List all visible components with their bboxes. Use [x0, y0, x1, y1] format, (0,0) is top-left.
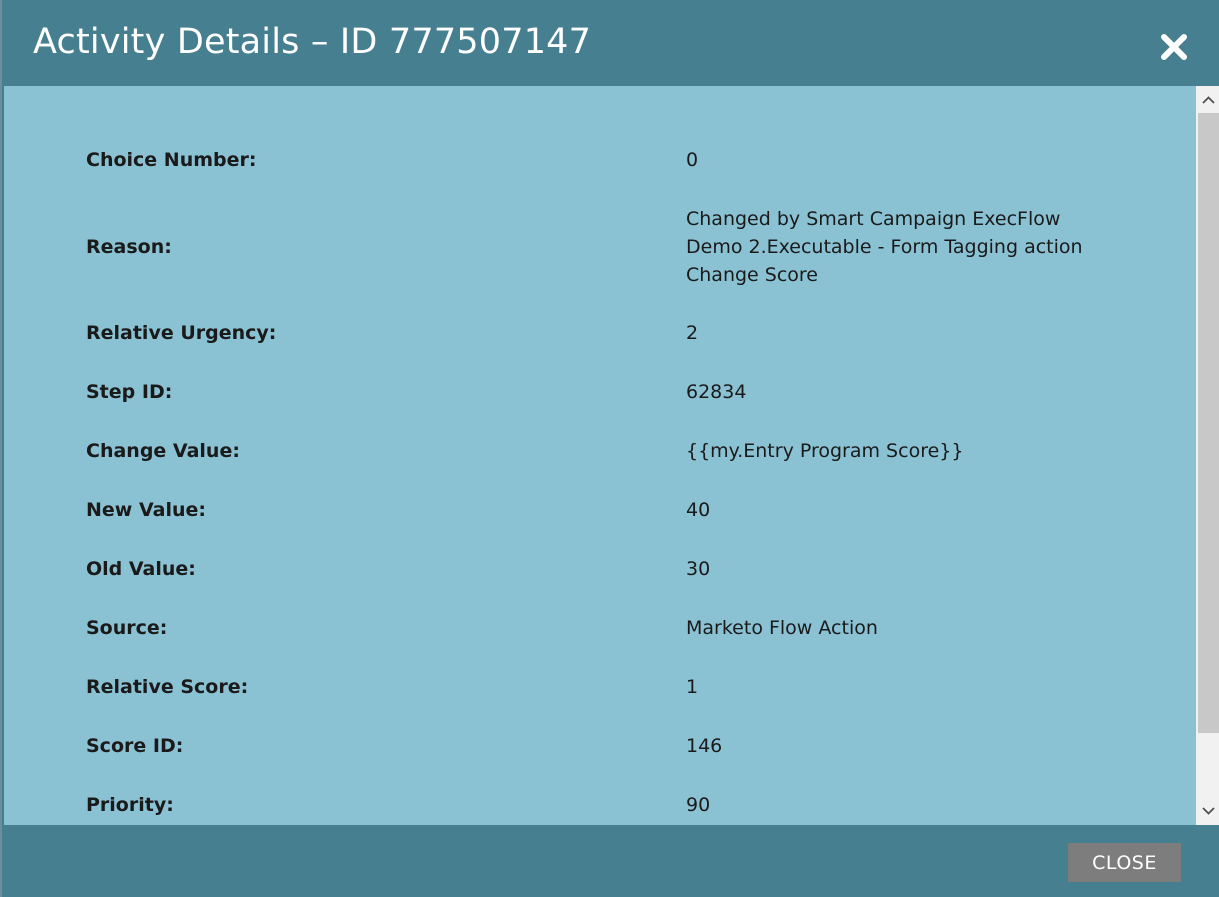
- scroll-down-icon[interactable]: [1201, 803, 1216, 818]
- detail-label: Step ID:: [86, 381, 173, 403]
- detail-value: 62834: [686, 381, 747, 403]
- detail-row-new-value: New Value: 40: [4, 496, 1196, 524]
- detail-value: 1: [686, 676, 699, 698]
- detail-label: Score ID:: [86, 735, 184, 757]
- detail-label: Priority:: [86, 794, 174, 816]
- detail-value: 30: [686, 558, 711, 580]
- close-icon[interactable]: [1157, 30, 1191, 64]
- activity-details-dialog: Activity Details – ID 777507147 Choice N…: [0, 0, 1219, 897]
- detail-row-step-id: Step ID: 62834: [4, 378, 1196, 406]
- detail-label: Relative Score:: [86, 676, 249, 698]
- detail-row-reason: Reason: Changed by Smart Campaign ExecFl…: [4, 205, 1196, 289]
- detail-label: Old Value:: [86, 558, 196, 580]
- detail-row-old-value: Old Value: 30: [4, 555, 1196, 583]
- dialog-body: Choice Number: 0 Reason: Changed by Smar…: [4, 86, 1196, 825]
- detail-row-relative-urgency: Relative Urgency: 2: [4, 319, 1196, 347]
- detail-value: 40: [686, 499, 711, 521]
- detail-row-source: Source: Marketo Flow Action: [4, 614, 1196, 642]
- detail-label: Choice Number:: [86, 149, 257, 171]
- detail-value: 0: [686, 149, 699, 171]
- detail-label: Change Value:: [86, 440, 240, 462]
- scroll-up-icon[interactable]: [1201, 93, 1216, 108]
- scroll-thumb[interactable]: [1198, 113, 1219, 733]
- detail-value: 90: [686, 794, 711, 816]
- detail-row-score-id: Score ID: 146: [4, 732, 1196, 760]
- vertical-scrollbar[interactable]: [1196, 86, 1219, 825]
- detail-row-relative-score: Relative Score: 1: [4, 673, 1196, 701]
- detail-row-priority: Priority: 90: [4, 791, 1196, 819]
- detail-value: {{my.Entry Program Score}}: [686, 440, 964, 462]
- detail-label: Relative Urgency:: [86, 322, 277, 344]
- detail-label: Reason:: [86, 236, 172, 258]
- detail-row-choice-number: Choice Number: 0: [4, 146, 1196, 174]
- detail-value: Changed by Smart Campaign ExecFlow Demo …: [686, 208, 1083, 286]
- close-button[interactable]: CLOSE: [1068, 843, 1181, 882]
- dialog-title: Activity Details – ID 777507147: [33, 22, 592, 62]
- detail-label: Source:: [86, 617, 168, 639]
- detail-label: New Value:: [86, 499, 206, 521]
- dialog-header: Activity Details – ID 777507147: [2, 0, 1219, 86]
- detail-value: 146: [686, 735, 723, 757]
- dialog-footer: CLOSE: [2, 825, 1219, 897]
- detail-row-change-value: Change Value: {{my.Entry Program Score}}: [4, 437, 1196, 465]
- detail-value: Marketo Flow Action: [686, 617, 878, 639]
- detail-value: 2: [686, 322, 699, 344]
